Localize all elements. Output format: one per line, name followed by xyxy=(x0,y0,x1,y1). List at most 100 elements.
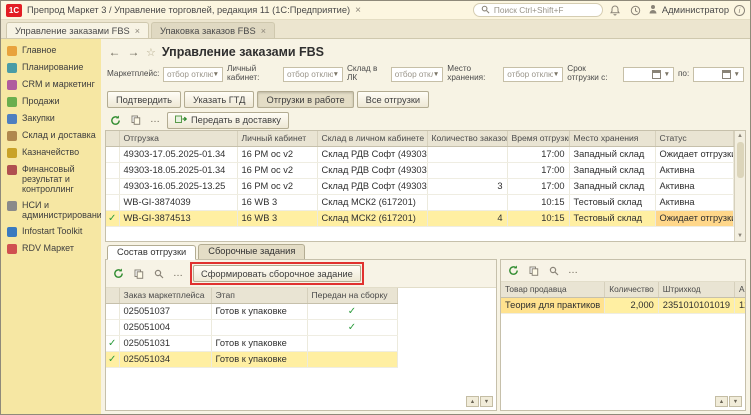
scroll-down-icon[interactable]: ▼ xyxy=(737,232,743,240)
cell-barcode[interactable]: 2351010101019 xyxy=(658,297,734,313)
cell-status[interactable]: Активна xyxy=(655,194,734,210)
cell-shipment[interactable]: 49303-17.05.2025-01.34 xyxy=(119,146,237,162)
table-row[interactable]: 49303-17.05.2025-01.3416 РМ ос v2Склад Р… xyxy=(106,146,734,162)
column-header[interactable]: Количество заказов xyxy=(427,131,507,146)
confirm-tab-button[interactable]: Подтвердить xyxy=(107,91,181,108)
refresh-icon[interactable] xyxy=(107,112,124,128)
column-header[interactable]: Время отгрузки xyxy=(507,131,569,146)
window-tab-packing-fbs[interactable]: Упаковка заказов FBS × xyxy=(151,22,275,38)
refresh-icon[interactable] xyxy=(505,263,522,279)
cell-article[interactable]: 12754687 xyxy=(735,297,745,313)
column-header[interactable]: Заказ маркетплейса xyxy=(119,288,211,303)
cell-product[interactable]: Теория для практиков xyxy=(501,297,605,313)
row-marker-cell[interactable] xyxy=(106,178,119,194)
cell-time[interactable]: 10:15 xyxy=(507,210,569,226)
table-row[interactable]: WB-GI-387403916 WB 3Склад МСК2 (617201)1… xyxy=(106,194,734,210)
sidebar-item-planning[interactable]: Планирование xyxy=(1,59,101,76)
table-row[interactable]: 025051037Готов к упаковке✓ xyxy=(106,303,397,319)
search-icon[interactable] xyxy=(150,266,167,282)
cell-orders[interactable] xyxy=(427,146,507,162)
window-tab-orders-fbs[interactable]: Управление заказами FBS × xyxy=(6,22,149,38)
cell-storage[interactable]: Тестовый склад xyxy=(569,194,655,210)
notifications-bell-icon[interactable] xyxy=(608,3,623,18)
sidebar-item-infostart[interactable]: Infostart Toolkit xyxy=(1,223,101,240)
cell-stage[interactable] xyxy=(211,319,307,335)
cell-qty[interactable]: 2,000 xyxy=(605,297,659,313)
all-shipments-tab-button[interactable]: Все отгрузки xyxy=(357,91,429,108)
cell-shipment[interactable]: 49303-18.05.2025-01.34 xyxy=(119,162,237,178)
more-actions-icon[interactable]: … xyxy=(147,112,164,128)
sidebar-item-admin[interactable]: НСИ и администрирование xyxy=(1,197,101,223)
vertical-scrollbar[interactable]: ▲ ▼ xyxy=(734,131,745,241)
transferred-check-icon[interactable]: ✓ xyxy=(307,303,397,319)
scroll-up-icon[interactable]: ▲ xyxy=(737,132,743,140)
cell-status[interactable]: Активна xyxy=(655,162,734,178)
cell-warehouse[interactable]: Склад РДВ Софт (49303) xyxy=(317,146,427,162)
column-header[interactable]: Отгрузка xyxy=(119,131,237,146)
generate-assembly-task-button[interactable]: Сформировать сборочное задание xyxy=(193,265,361,282)
tab-close-icon[interactable]: × xyxy=(261,26,266,36)
table-row[interactable]: 025051004 ✓ xyxy=(106,319,397,335)
current-user[interactable]: Администратор xyxy=(648,4,729,16)
cabinet-filter-combo[interactable]: отбор отключен▼ xyxy=(283,67,343,82)
warehouse-lk-filter-combo[interactable]: отбор отключен▼ xyxy=(391,67,444,82)
tab-shipment-content[interactable]: Состав отгрузки xyxy=(107,245,196,260)
cell-status[interactable]: Ожидает отгрузки xyxy=(655,210,734,226)
row-marker-cell[interactable] xyxy=(106,303,119,319)
cell-orders[interactable] xyxy=(427,194,507,210)
row-marker-cell[interactable] xyxy=(106,162,119,178)
column-header[interactable]: Личный кабинет xyxy=(237,131,317,146)
cell-cabinet[interactable]: 16 WB 3 xyxy=(237,210,317,226)
cell-storage[interactable]: Западный склад xyxy=(569,178,655,194)
cell-order[interactable]: 025051034 xyxy=(119,351,211,367)
shipments-in-progress-tab-button[interactable]: Отгрузки в работе xyxy=(257,91,353,108)
cell-time[interactable]: 17:00 xyxy=(507,162,569,178)
copy-icon[interactable] xyxy=(127,112,144,128)
search-icon[interactable] xyxy=(545,263,562,279)
column-header[interactable]: Место хранения xyxy=(569,131,655,146)
more-actions-icon[interactable]: … xyxy=(170,266,187,282)
global-search-input[interactable]: Поиск Ctrl+Shift+F xyxy=(473,3,603,17)
sidebar-item-finance[interactable]: Финансовый результат и контроллинг xyxy=(1,161,101,197)
cell-storage[interactable]: Западный склад xyxy=(569,162,655,178)
scroll-down-icon[interactable]: ▼ xyxy=(729,396,742,407)
cell-stage[interactable]: Готов к упаковке xyxy=(211,335,307,351)
cell-transferred[interactable] xyxy=(307,335,397,351)
column-header[interactable]: Статус xyxy=(655,131,734,146)
table-row[interactable]: Теория для практиков2,000235101010101912… xyxy=(501,297,745,313)
cell-order[interactable]: 025051004 xyxy=(119,319,211,335)
sidebar-item-main[interactable]: Главное xyxy=(1,42,101,59)
column-header[interactable]: Артикул в личном кабинете xyxy=(735,282,745,297)
shipment-term-from-input[interactable]: ▼ xyxy=(623,67,674,82)
column-header[interactable]: Этап xyxy=(211,288,307,303)
back-arrow-icon[interactable]: ← xyxy=(108,45,121,59)
cell-orders[interactable] xyxy=(427,162,507,178)
gtd-tab-button[interactable]: Указать ГТД xyxy=(184,91,254,108)
cell-shipment[interactable]: 49303-16.05.2025-13.25 xyxy=(119,178,237,194)
row-marker-cell[interactable] xyxy=(106,146,119,162)
column-header[interactable]: Товар продавца xyxy=(501,282,605,297)
table-row[interactable]: 49303-16.05.2025-13.2516 РМ ос v2Склад Р… xyxy=(106,178,734,194)
sidebar-item-rdv[interactable]: RDV Маркет xyxy=(1,240,101,257)
column-header[interactable]: Штрихкод xyxy=(658,282,734,297)
shipment-term-to-input[interactable]: ▼ xyxy=(693,67,744,82)
transferred-check-icon[interactable]: ✓ xyxy=(307,319,397,335)
column-header[interactable]: Передан на сборку xyxy=(307,288,397,303)
cell-warehouse[interactable]: Склад МСК2 (617201) xyxy=(317,194,427,210)
cell-shipment[interactable]: WB-GI-3874513 xyxy=(119,210,237,226)
cell-time[interactable]: 17:00 xyxy=(507,178,569,194)
history-clock-icon[interactable] xyxy=(628,3,643,18)
cell-order[interactable]: 025051037 xyxy=(119,303,211,319)
scroll-up-icon[interactable]: ▲ xyxy=(466,396,479,407)
marketplace-filter-combo[interactable]: отбор отключен▼ xyxy=(163,67,223,82)
table-row[interactable]: ✓025051031Готов к упаковке xyxy=(106,335,397,351)
table-row[interactable]: ✓WB-GI-387451316 WB 3Склад МСК2 (617201)… xyxy=(106,210,734,226)
copy-icon[interactable] xyxy=(130,266,147,282)
sidebar-item-purchases[interactable]: Закупки xyxy=(1,110,101,127)
cell-time[interactable]: 17:00 xyxy=(507,146,569,162)
cell-orders[interactable]: 4 xyxy=(427,210,507,226)
tab-assembly-tasks[interactable]: Сборочные задания xyxy=(198,244,305,259)
cell-cabinet[interactable]: 16 РМ ос v2 xyxy=(237,178,317,194)
close-icon[interactable]: × xyxy=(355,5,361,16)
cell-cabinet[interactable]: 16 РМ ос v2 xyxy=(237,146,317,162)
